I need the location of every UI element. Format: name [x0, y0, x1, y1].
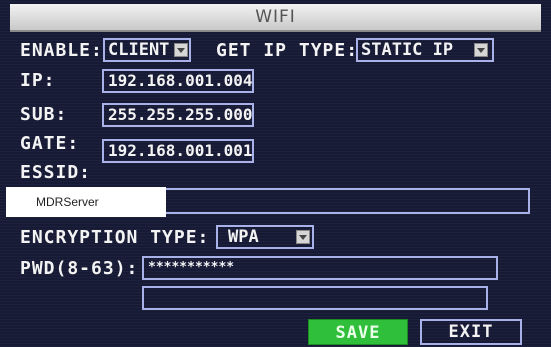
gate-field[interactable]: 192.168.001.001 [102, 139, 254, 163]
gate-label: GATE: [20, 133, 80, 154]
sub-field[interactable]: 255.255.255.000 [102, 103, 254, 127]
save-button[interactable]: SAVE [308, 319, 408, 345]
encryption-type-dropdown[interactable]: WPA [216, 225, 314, 249]
ip-field[interactable]: 192.168.001.004 [102, 69, 254, 93]
sub-label: SUB: [20, 104, 68, 125]
chevron-down-icon[interactable] [296, 230, 310, 244]
wifi-settings-screen: WIFI ENABLE: CLIENT GET IP TYPE: STATIC … [0, 0, 551, 347]
enable-dropdown[interactable]: CLIENT [103, 38, 191, 62]
essid-value-overlay[interactable]: MDRServer [6, 187, 166, 217]
password-field[interactable]: *********** [142, 256, 498, 280]
exit-button[interactable]: EXIT [420, 319, 522, 345]
ip-label: IP: [20, 70, 56, 91]
pwd-label: PWD(8-63): [20, 258, 139, 279]
encryption-type-label: ENCRYPTION TYPE: [20, 227, 210, 248]
window-title-bar: WIFI [10, 4, 541, 32]
encryption-type-value: WPA [228, 227, 259, 247]
get-ip-type-value: STATIC IP [361, 40, 454, 60]
essid-label: ESSID: [20, 162, 92, 183]
chevron-down-icon[interactable] [174, 43, 188, 57]
enable-value: CLIENT [108, 40, 170, 60]
get-ip-type-label: GET IP TYPE: [216, 40, 359, 61]
get-ip-type-dropdown[interactable]: STATIC IP [356, 38, 494, 62]
enable-label: ENABLE: [20, 40, 103, 61]
password-confirm-field[interactable] [142, 286, 488, 310]
window-title: WIFI [255, 7, 296, 27]
chevron-down-icon[interactable] [474, 43, 488, 57]
